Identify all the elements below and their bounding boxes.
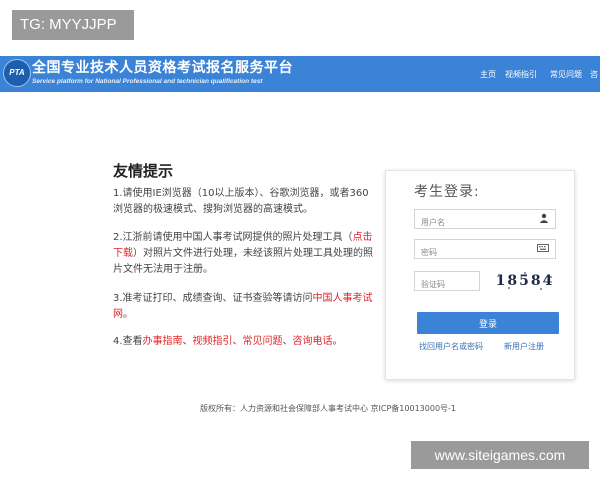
username-field[interactable] (414, 209, 556, 232)
watermark-bottom: www.siteigames.com (411, 441, 589, 469)
forgot-password-link[interactable]: 找回用户名或密码 (419, 341, 483, 352)
tip-item-1: 1.请使用IE浏览器（10以上版本）、谷歌浏览器，或者360浏览器的极速模式、搜… (113, 188, 369, 215)
tip-2-text-after: ）对照片文件进行处理，未经该照片处理工具处理的照片文件无法用于注册。 (113, 248, 373, 275)
captcha-input[interactable] (415, 275, 479, 294)
tip-item-4: 4.查看办事指南、视频指引、常见问题、咨询电话。 (113, 336, 343, 347)
tip-item-3: 3.准考证打印、成绩查询、证书查验等请访问中国人事考试网。 (113, 291, 375, 323)
password-field[interactable] (414, 239, 556, 262)
pta-logo: PTA (3, 59, 31, 87)
guide-link[interactable]: 办事指南 (143, 336, 183, 347)
tip-3-text-before: 3.准考证打印、成绩查询、证书查验等请访问 (113, 293, 313, 304)
tip-item-2: 2.江浙前请使用中国人事考试网提供的照片处理工具（点击下载）对照片文件进行处理，… (113, 230, 375, 278)
user-icon (539, 213, 549, 226)
phone-link[interactable]: 咨询电话 (293, 336, 333, 347)
nav-consult[interactable]: 咨 (590, 69, 598, 80)
site-header: PTA 全国专业技术人员资格考试报名服务平台 Service platform … (0, 56, 600, 92)
login-button[interactable]: 登录 (417, 312, 559, 334)
captcha-image[interactable]: 18584 (494, 270, 556, 292)
captcha-field[interactable] (414, 271, 480, 294)
watermark-top: TG: MYYJJPP (12, 10, 134, 40)
tip-4-text-after: 。 (332, 336, 343, 347)
nav-faq[interactable]: 常见问题 (550, 69, 582, 80)
login-panel: 考生登录: 18584 登录 找回用户名或密码 新用户注册 (385, 170, 575, 380)
keyboard-icon (537, 243, 549, 256)
site-subtitle: Service platform for National Profession… (32, 78, 263, 85)
login-title: 考生登录: (414, 184, 480, 200)
username-input[interactable] (415, 213, 531, 232)
tip-3-text-after: 。 (123, 309, 133, 320)
nav-video-guide[interactable]: 视频指引 (505, 69, 537, 80)
video-guide-link[interactable]: 视频指引 (193, 336, 233, 347)
register-link[interactable]: 新用户注册 (504, 341, 544, 352)
site-title: 全国专业技术人员资格考试报名服务平台 (32, 60, 293, 76)
tip-2-text-before: 2.江浙前请使用中国人事考试网提供的照片处理工具（ (113, 232, 353, 243)
tip-4-text-before: 4.查看 (113, 336, 143, 347)
tips-title: 友情提示 (113, 162, 174, 180)
footer-copyright: 版权所有：人力资源和社会保障部人事考试中心 京ICP备10013000号-1 (200, 404, 457, 413)
faq-link[interactable]: 常见问题 (243, 336, 283, 347)
password-input[interactable] (415, 243, 531, 262)
captcha-text: 18584 (495, 273, 555, 289)
nav-home[interactable]: 主页 (480, 69, 496, 80)
